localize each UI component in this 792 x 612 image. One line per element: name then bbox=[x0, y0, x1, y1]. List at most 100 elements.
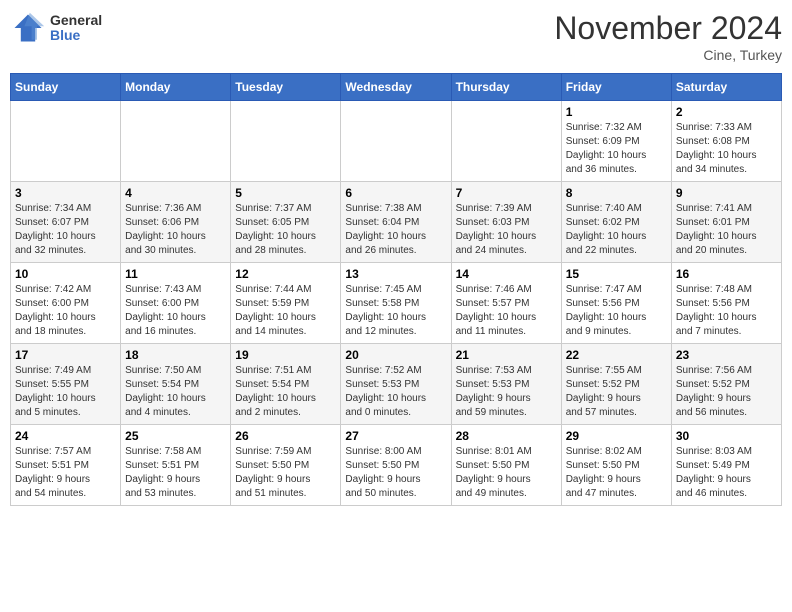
day-number: 20 bbox=[345, 348, 446, 362]
day-info: Sunrise: 7:48 AM Sunset: 5:56 PM Dayligh… bbox=[676, 283, 777, 339]
logo-general: General bbox=[50, 13, 102, 28]
day-number: 1 bbox=[566, 105, 667, 119]
day-number: 26 bbox=[235, 429, 336, 443]
calendar-day: 19Sunrise: 7:51 AM Sunset: 5:54 PM Dayli… bbox=[231, 344, 341, 425]
day-info: Sunrise: 7:57 AM Sunset: 5:51 PM Dayligh… bbox=[15, 445, 116, 501]
day-info: Sunrise: 7:33 AM Sunset: 6:08 PM Dayligh… bbox=[676, 121, 777, 177]
day-number: 11 bbox=[125, 267, 226, 281]
day-number: 27 bbox=[345, 429, 446, 443]
calendar-day: 26 Sunrise: 7:59 AM Sunset: 5:50 PM Dayli… bbox=[231, 425, 341, 506]
day-number: 10 bbox=[15, 267, 116, 281]
day-number: 30 bbox=[676, 429, 777, 443]
calendar-week-4: 17 Sunrise: 7:49 AM Sunset: 5:55 PM Dayli… bbox=[11, 344, 782, 425]
day-number: 19 bbox=[235, 348, 336, 362]
day-info: Sunrise: 7:43 AM Sunset: 6:00 PM Dayligh… bbox=[125, 283, 226, 339]
day-number: 6 bbox=[345, 186, 446, 200]
calendar-day: 14 Sunrise: 7:46 AM Sunset: 5:57 PM Dayli… bbox=[451, 263, 561, 344]
day-info: Sunrise: 7:53 AM Sunset: 5:53 PM Dayligh… bbox=[456, 364, 557, 420]
calendar-day: 18 Sunrise: 7:50 AM Sunset: 5:54 PM Dayli… bbox=[121, 344, 231, 425]
day-info: Sunrise: 7:56 AM Sunset: 5:52 PM Dayligh… bbox=[676, 364, 777, 420]
day-info: Sunrise: 7:55 AM Sunset: 5:52 PM Dayligh… bbox=[566, 364, 667, 420]
calendar-day bbox=[11, 101, 121, 182]
logo: General Blue bbox=[10, 10, 102, 46]
weekday-header-friday: Friday bbox=[561, 74, 671, 101]
weekday-row: SundayMondayTuesdayWednesdayThursdayFrid… bbox=[11, 74, 782, 101]
logo-icon bbox=[10, 10, 46, 46]
weekday-header-thursday: Thursday bbox=[451, 74, 561, 101]
calendar-day: 1 Sunrise: 7:32 AM Sunset: 6:09 PM Daylig… bbox=[561, 101, 671, 182]
weekday-header-wednesday: Wednesday bbox=[341, 74, 451, 101]
day-number: 16 bbox=[676, 267, 777, 281]
day-info: Sunrise: 7:45 AM Sunset: 5:58 PM Dayligh… bbox=[345, 283, 446, 339]
calendar-day bbox=[231, 101, 341, 182]
day-number: 29 bbox=[566, 429, 667, 443]
calendar-day: 25 Sunrise: 7:58 AM Sunset: 5:51 PM Dayli… bbox=[121, 425, 231, 506]
day-number: 5 bbox=[235, 186, 336, 200]
calendar-day: 7Sunrise: 7:39 AM Sunset: 6:03 PM Daylig… bbox=[451, 182, 561, 263]
month-year-title: November 2024 bbox=[554, 10, 782, 47]
logo-blue: Blue bbox=[50, 28, 102, 43]
day-info: Sunrise: 7:34 AM Sunset: 6:07 PM Dayligh… bbox=[15, 202, 116, 258]
day-number: 8 bbox=[566, 186, 667, 200]
calendar-day: 9 Sunrise: 7:41 AM Sunset: 6:01 PM Daylig… bbox=[671, 182, 781, 263]
day-info: Sunrise: 7:47 AM Sunset: 5:56 PM Dayligh… bbox=[566, 283, 667, 339]
calendar-day: 16 Sunrise: 7:48 AM Sunset: 5:56 PM Dayli… bbox=[671, 263, 781, 344]
calendar-week-3: 10 Sunrise: 7:42 AM Sunset: 6:00 PM Dayli… bbox=[11, 263, 782, 344]
day-number: 14 bbox=[456, 267, 557, 281]
calendar-week-5: 24 Sunrise: 7:57 AM Sunset: 5:51 PM Dayli… bbox=[11, 425, 782, 506]
day-number: 25 bbox=[125, 429, 226, 443]
day-number: 18 bbox=[125, 348, 226, 362]
day-number: 24 bbox=[15, 429, 116, 443]
calendar-day: 22Sunrise: 7:55 AM Sunset: 5:52 PM Dayli… bbox=[561, 344, 671, 425]
weekday-header-saturday: Saturday bbox=[671, 74, 781, 101]
day-info: Sunrise: 7:42 AM Sunset: 6:00 PM Dayligh… bbox=[15, 283, 116, 339]
day-number: 23 bbox=[676, 348, 777, 362]
calendar-day: 4Sunrise: 7:36 AM Sunset: 6:06 PM Daylig… bbox=[121, 182, 231, 263]
day-number: 21 bbox=[456, 348, 557, 362]
day-info: Sunrise: 8:01 AM Sunset: 5:50 PM Dayligh… bbox=[456, 445, 557, 501]
calendar-header: SundayMondayTuesdayWednesdayThursdayFrid… bbox=[11, 74, 782, 101]
calendar-day: 12Sunrise: 7:44 AM Sunset: 5:59 PM Dayli… bbox=[231, 263, 341, 344]
calendar-day: 11 Sunrise: 7:43 AM Sunset: 6:00 PM Dayli… bbox=[121, 263, 231, 344]
day-info: Sunrise: 7:46 AM Sunset: 5:57 PM Dayligh… bbox=[456, 283, 557, 339]
day-info: Sunrise: 7:41 AM Sunset: 6:01 PM Dayligh… bbox=[676, 202, 777, 258]
calendar-day: 27 Sunrise: 8:00 AM Sunset: 5:50 PM Dayli… bbox=[341, 425, 451, 506]
day-number: 17 bbox=[15, 348, 116, 362]
title-section: November 2024 Cine, Turkey bbox=[554, 10, 782, 63]
day-number: 9 bbox=[676, 186, 777, 200]
day-info: Sunrise: 7:32 AM Sunset: 6:09 PM Dayligh… bbox=[566, 121, 667, 177]
day-number: 7 bbox=[456, 186, 557, 200]
calendar-day: 5Sunrise: 7:37 AM Sunset: 6:05 PM Daylig… bbox=[231, 182, 341, 263]
calendar-day: 17 Sunrise: 7:49 AM Sunset: 5:55 PM Dayli… bbox=[11, 344, 121, 425]
day-number: 2 bbox=[676, 105, 777, 119]
calendar-day bbox=[121, 101, 231, 182]
calendar-day: 15Sunrise: 7:47 AM Sunset: 5:56 PM Dayli… bbox=[561, 263, 671, 344]
day-info: Sunrise: 8:00 AM Sunset: 5:50 PM Dayligh… bbox=[345, 445, 446, 501]
calendar-day: 23 Sunrise: 7:56 AM Sunset: 5:52 PM Dayli… bbox=[671, 344, 781, 425]
calendar-week-1: 1 Sunrise: 7:32 AM Sunset: 6:09 PM Daylig… bbox=[11, 101, 782, 182]
day-number: 3 bbox=[15, 186, 116, 200]
calendar-day: 30Sunrise: 8:03 AM Sunset: 5:49 PM Dayli… bbox=[671, 425, 781, 506]
day-number: 12 bbox=[235, 267, 336, 281]
logo-text: General Blue bbox=[50, 13, 102, 44]
calendar-day: 10 Sunrise: 7:42 AM Sunset: 6:00 PM Dayli… bbox=[11, 263, 121, 344]
day-info: Sunrise: 8:02 AM Sunset: 5:50 PM Dayligh… bbox=[566, 445, 667, 501]
calendar-day: 20Sunrise: 7:52 AM Sunset: 5:53 PM Dayli… bbox=[341, 344, 451, 425]
day-info: Sunrise: 7:40 AM Sunset: 6:02 PM Dayligh… bbox=[566, 202, 667, 258]
day-number: 13 bbox=[345, 267, 446, 281]
day-info: Sunrise: 7:49 AM Sunset: 5:55 PM Dayligh… bbox=[15, 364, 116, 420]
weekday-header-monday: Monday bbox=[121, 74, 231, 101]
day-info: Sunrise: 7:58 AM Sunset: 5:51 PM Dayligh… bbox=[125, 445, 226, 501]
calendar-day bbox=[451, 101, 561, 182]
page-header: General Blue November 2024 Cine, Turkey bbox=[10, 10, 782, 63]
day-number: 28 bbox=[456, 429, 557, 443]
calendar-day: 13 Sunrise: 7:45 AM Sunset: 5:58 PM Dayli… bbox=[341, 263, 451, 344]
calendar-day: 28 Sunrise: 8:01 AM Sunset: 5:50 PM Dayli… bbox=[451, 425, 561, 506]
weekday-header-tuesday: Tuesday bbox=[231, 74, 341, 101]
day-info: Sunrise: 7:59 AM Sunset: 5:50 PM Dayligh… bbox=[235, 445, 336, 501]
day-info: Sunrise: 7:38 AM Sunset: 6:04 PM Dayligh… bbox=[345, 202, 446, 258]
calendar-day: 6 Sunrise: 7:38 AM Sunset: 6:04 PM Daylig… bbox=[341, 182, 451, 263]
location-label: Cine, Turkey bbox=[554, 47, 782, 63]
calendar-day: 24 Sunrise: 7:57 AM Sunset: 5:51 PM Dayli… bbox=[11, 425, 121, 506]
day-info: Sunrise: 7:50 AM Sunset: 5:54 PM Dayligh… bbox=[125, 364, 226, 420]
